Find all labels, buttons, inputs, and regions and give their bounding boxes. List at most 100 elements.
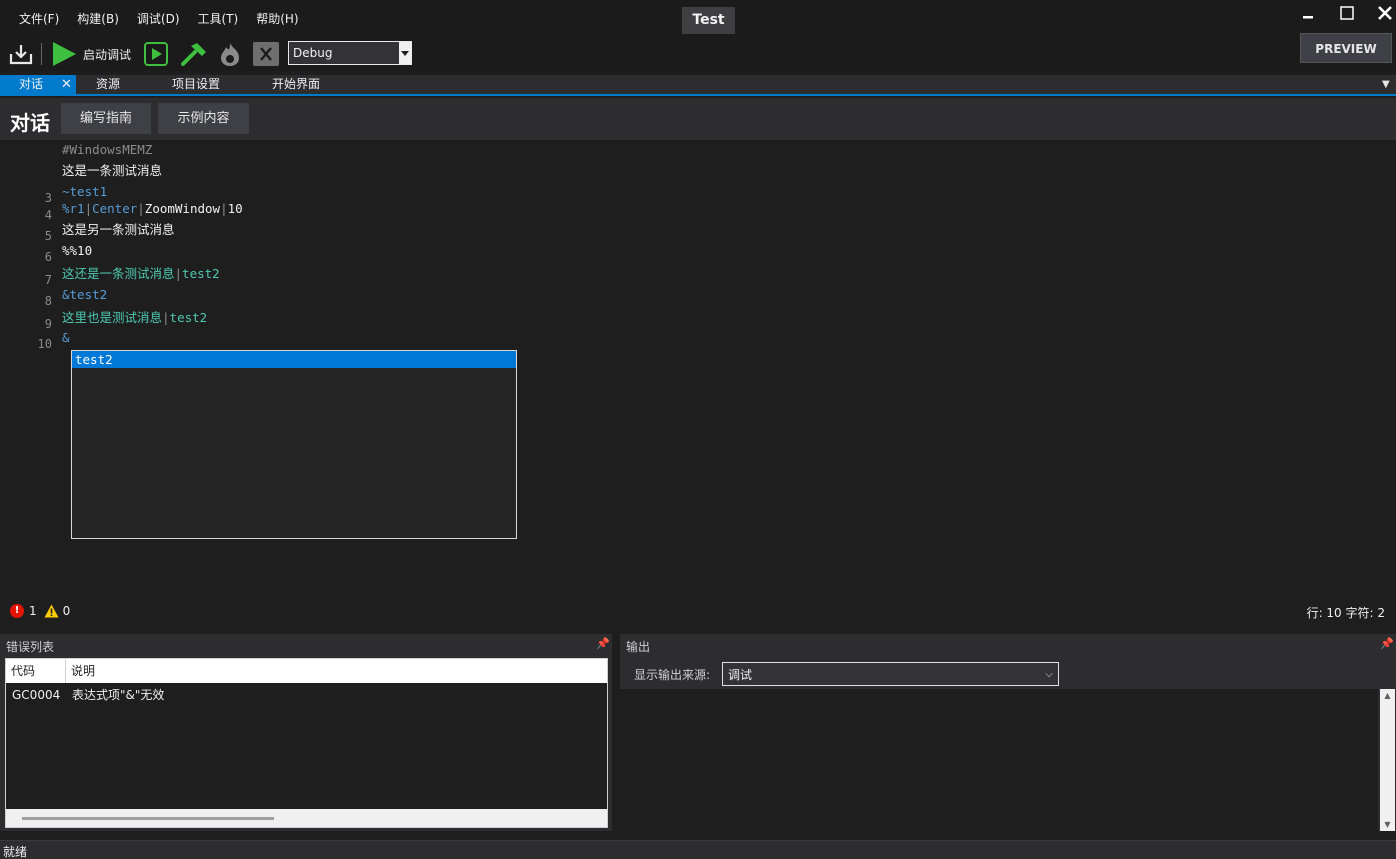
code-token: |	[162, 310, 170, 325]
close-button[interactable]	[1366, 0, 1396, 26]
menu-help[interactable]: 帮助(H)	[247, 10, 307, 28]
horizontal-scrollbar[interactable]	[6, 809, 607, 827]
line-code: %r1|Center|ZoomWindow|10	[62, 199, 243, 219]
code-line[interactable]: 8 &test2	[10, 285, 1010, 308]
code-token: ~test1	[62, 184, 108, 199]
line-code: 这还是一条测试消息|test2	[62, 264, 220, 284]
build-button[interactable]	[179, 40, 209, 68]
scroll-down-icon[interactable]: ▼	[1380, 820, 1395, 829]
save-button[interactable]	[6, 40, 36, 68]
warning-icon	[44, 604, 59, 618]
warning-count: 0	[62, 604, 71, 618]
status-text: 就绪	[3, 845, 28, 859]
menu-build[interactable]: 构建(B)	[68, 10, 128, 28]
table-row[interactable]: GC0004 表达式项"&"无效	[6, 684, 607, 706]
line-code: %%10	[62, 241, 92, 261]
scroll-up-icon[interactable]: ▲	[1380, 691, 1395, 700]
output-source-label: 显示输出来源:	[634, 668, 711, 682]
tab-overflow-icon[interactable]: ▼	[1382, 79, 1390, 90]
minimize-button[interactable]	[1289, 0, 1327, 26]
error-table[interactable]: 代码 说明 GC0004 表达式项"&"无效	[5, 658, 608, 828]
status-bar: 就绪	[0, 840, 1396, 859]
output-source-select[interactable]: 调试 ⌵	[722, 662, 1059, 686]
code-line[interactable]: 6 %%10	[10, 241, 1010, 264]
hot-reload-button[interactable]	[216, 40, 244, 68]
flame-icon	[221, 43, 239, 66]
code-line[interactable]: 7 这还是一条测试消息|test2	[10, 264, 1010, 287]
code-line[interactable]: 4 %r1|Center|ZoomWindow|10	[10, 199, 1010, 222]
menu-debug[interactable]: 调试(D)	[128, 10, 189, 28]
error-list-panel: 错误列表 📌 代码 说明 GC0004 表达式项"&"无效	[0, 634, 612, 831]
code-token: 10	[227, 201, 243, 216]
code-token: |	[220, 201, 228, 216]
menu-tools[interactable]: 工具(T)	[189, 10, 248, 28]
title-bar: 文件(F) 构建(B) 调试(D) 工具(T) 帮助(H) Test	[0, 0, 1396, 38]
line-code: 这是一条测试消息	[62, 161, 162, 181]
close-tab-icon[interactable]: ✕	[61, 75, 72, 94]
writing-guide-button[interactable]: 编写指南	[61, 103, 151, 134]
error-code: GC0004	[12, 688, 61, 702]
code-line[interactable]: 这是一条测试消息	[10, 161, 1010, 181]
code-token: ZoomWindow	[144, 201, 221, 216]
code-token: #WindowsMEMZ	[62, 142, 153, 157]
code-token: %%10	[62, 243, 93, 258]
output-text-area[interactable]	[620, 689, 1378, 831]
menu-bar: 文件(F) 构建(B) 调试(D) 工具(T) 帮助(H)	[10, 10, 308, 28]
code-line[interactable]: 9 这里也是测试消息|test2	[10, 308, 1010, 331]
code-token: test2	[169, 310, 208, 325]
tab-start-page[interactable]: 开始界面	[272, 75, 320, 94]
hammer-icon	[181, 43, 206, 66]
window-title: Test	[682, 7, 735, 34]
run-without-debug-button[interactable]	[142, 40, 170, 68]
output-source-value: 调试	[728, 667, 753, 682]
page-title: 对话	[10, 111, 50, 135]
vertical-scrollbar[interactable]: ▲ ▼	[1380, 689, 1395, 831]
toolbar: 启动调试 Debug	[0, 38, 1396, 71]
download-tray-icon	[9, 45, 33, 65]
chevron-down-icon[interactable]: ⌵	[1040, 669, 1058, 680]
code-token: |	[84, 201, 93, 216]
line-code: &test2	[62, 285, 107, 305]
page-header: 对话 编写指南 示例内容	[0, 98, 1396, 140]
code-token: Center	[92, 201, 138, 216]
autocomplete-item[interactable]: test2	[72, 351, 516, 368]
pin-icon[interactable]: 📌	[596, 637, 610, 650]
code-line[interactable]: #WindowsMEMZ	[10, 140, 1010, 160]
code-token: &	[62, 330, 70, 345]
error-description: 表达式项"&"无效	[72, 688, 165, 702]
chevron-down-icon[interactable]	[399, 42, 411, 64]
tab-dialog[interactable]: 对话 ✕	[0, 75, 76, 94]
pin-icon[interactable]: 📌	[1380, 637, 1394, 650]
start-debug-button[interactable]	[49, 40, 79, 68]
code-line[interactable]: 5 这是另一条测试消息	[10, 220, 1010, 243]
tab-label: 对话	[19, 77, 44, 91]
tab-resources[interactable]: 资源	[96, 75, 120, 94]
menu-file[interactable]: 文件(F)	[10, 10, 68, 28]
column-code[interactable]: 代码	[6, 659, 66, 683]
minimize-icon	[1303, 16, 1313, 19]
configuration-select[interactable]: Debug	[288, 41, 412, 65]
column-description[interactable]: 说明	[66, 659, 607, 683]
scrollbar-thumb[interactable]	[22, 817, 274, 820]
stop-x-icon	[253, 42, 279, 66]
run-box-icon	[144, 42, 168, 66]
code-token: |	[137, 201, 145, 216]
output-title: 输出	[626, 640, 651, 654]
stop-button[interactable]	[251, 40, 281, 68]
issue-counts[interactable]: ! 1 0	[10, 604, 70, 618]
code-token: 这是一条测试消息	[62, 163, 163, 178]
code-token: 这里也是测试消息	[62, 310, 163, 325]
example-content-button[interactable]: 示例内容	[158, 103, 249, 134]
maximize-button[interactable]	[1328, 0, 1366, 26]
play-icon	[53, 42, 76, 66]
code-line[interactable]: 10 &	[10, 328, 1010, 351]
autocomplete-popup[interactable]: test2	[71, 350, 517, 539]
code-editor[interactable]: #WindowsMEMZ 这是一条测试消息 3 ~test1 4 %r1|Center|Z…	[10, 140, 1390, 626]
error-count: 1	[29, 604, 37, 618]
tab-project-settings[interactable]: 项目设置	[172, 75, 220, 94]
code-token: |	[174, 266, 183, 281]
line-code: &	[62, 328, 70, 348]
output-panel: 输出 📌 显示输出来源: 调试 ⌵ ▲ ▼	[620, 634, 1396, 831]
start-debug-label[interactable]: 启动调试	[83, 46, 131, 63]
preview-button[interactable]: PREVIEW	[1300, 33, 1392, 63]
